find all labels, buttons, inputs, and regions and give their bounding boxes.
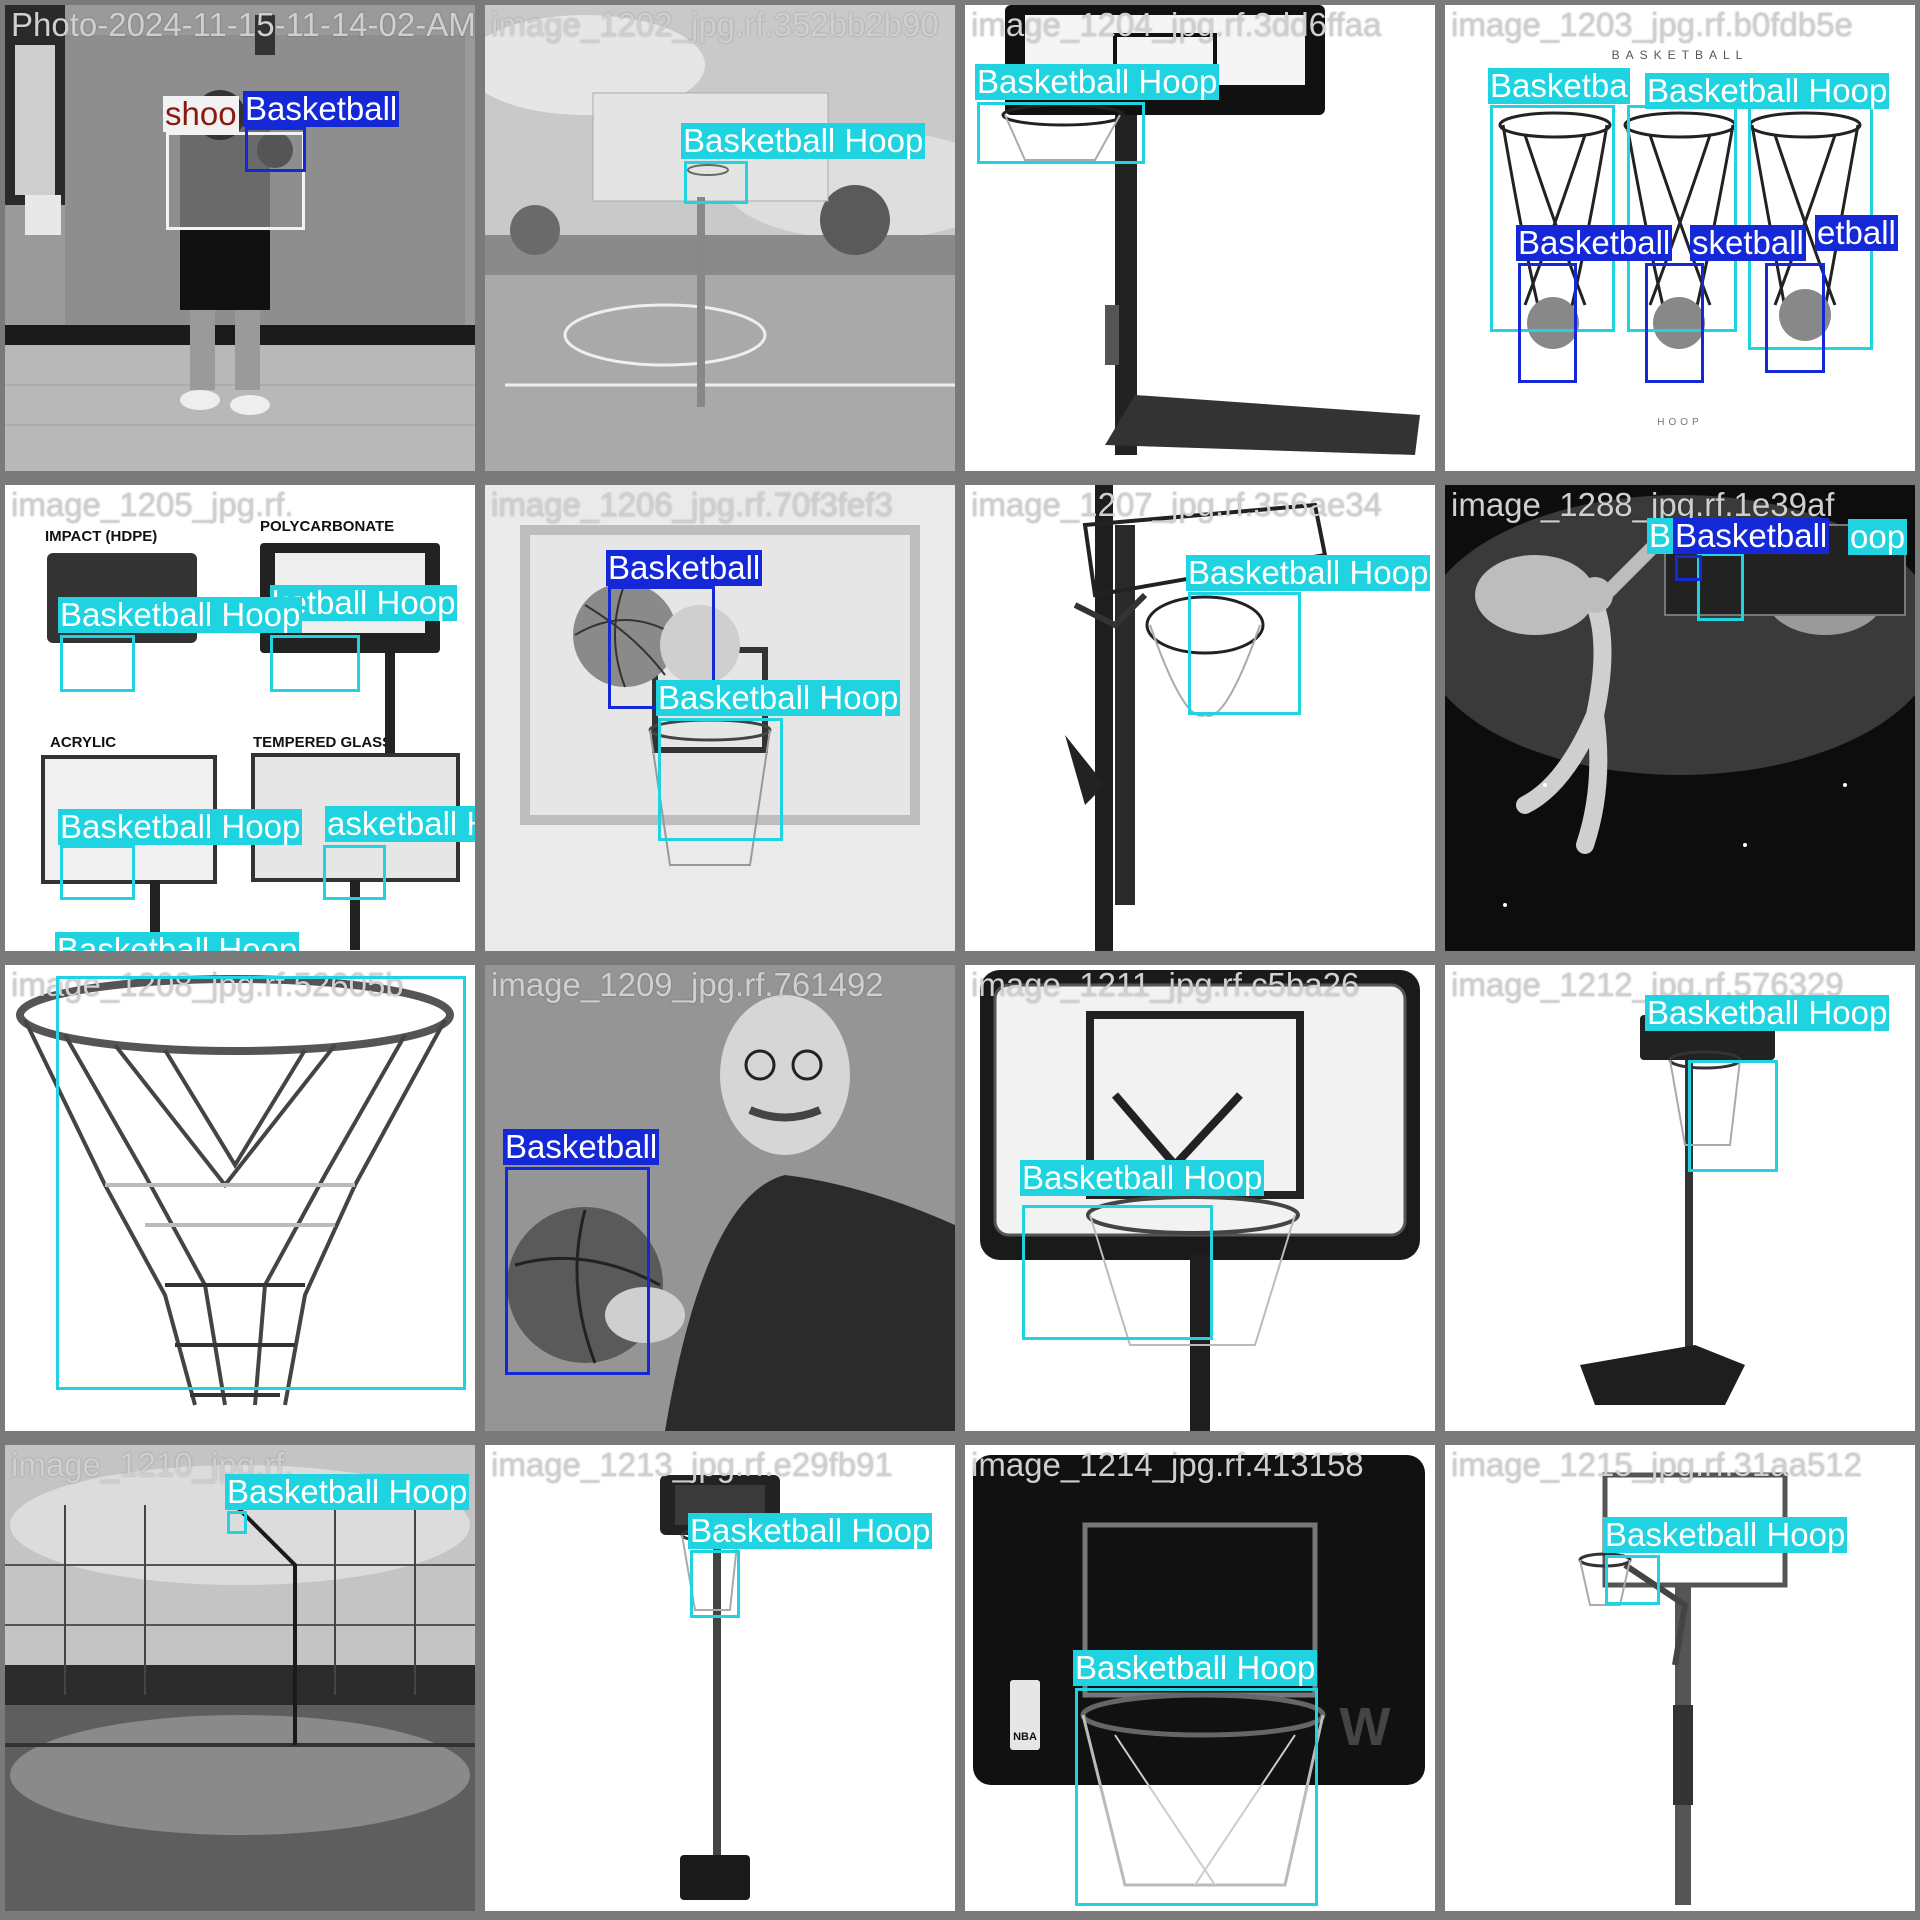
hoop-label: B [1647,517,1674,554]
tile-filename: image_1203_jpg.rf.b0fdb5e [1451,6,1853,43]
tile-4: BASKETBALL HOOP image_1203_jpg.rf.b0fdb5… [1445,5,1915,471]
basketball-label: Basketball [243,90,400,127]
tile-8: image_1288_jpg.rf.1e39af B oop Basketbal… [1445,485,1915,951]
basketball-label: Basketball [606,549,763,586]
brand-subtitle: HOOP [1657,417,1702,428]
hoop-box [658,718,783,841]
hoop-label: Basketball Hoop [1645,72,1890,109]
hoop-box [323,845,386,900]
shoot-label: shoo [163,95,239,132]
tile-filename: image_1206_jpg.rf.70f3fef3 [491,486,893,523]
basketball-box [1645,263,1704,383]
hoop-box [270,635,360,692]
photo-lifetime-backboard [965,965,1435,1431]
tile-11: image_1211_jpg.rf.c5ba26 Basketball Hoop [965,965,1435,1431]
photo-outdoor-court [485,5,955,471]
tile-filename: image_1213_jpg.rf.e29fb91 [491,1446,893,1483]
tile-filename: image_1211_jpg.rf.c5ba26 [971,966,1360,1003]
hoop-label: Basketba [1488,67,1630,104]
wilson-logo-text: W [1340,1697,1391,1757]
board-type-label: ACRYLIC [50,734,116,751]
basketball-box [505,1167,650,1375]
hoop-label: Basketball Hoop [225,1473,470,1510]
hoop-label: Basketball Hoop [58,808,303,845]
tile-filename: image_1215_jpg.rf.31aa512 [1451,1446,1863,1483]
hoop-label: Basketball Hoop [58,596,303,633]
tile-9: image_1208_jpg.rf.52605b [5,965,475,1431]
basketball-box [1518,263,1577,383]
basketball-label: Basketball [1516,224,1673,261]
nba-logo-text: NBA [1013,1731,1037,1743]
brand-title: BASKETBALL [1612,48,1749,62]
tile-12: image_1212_jpg.rf.576329 Basketball Hoop [1445,965,1915,1431]
hoop-label: Basketball Hoop [1645,994,1890,1031]
board-type-label: TEMPERED GLASS [253,734,392,751]
basketball-box [1675,555,1702,581]
tile-filename: image_1204_jpg.rf.3dd6ffaa [971,6,1382,43]
hoop-box [1188,592,1301,715]
tile-13: image_1210_jpg.rf. Basketball Hoop [5,1445,475,1911]
photo-portable-hoop-2 [1445,965,1915,1431]
tile-filename: image_1214_jpg.rf.413158 [971,1446,1364,1483]
tile-filename: image_1202_jpg.rf.352bb2b90 [491,6,939,43]
basketball-label: Basketball [503,1128,660,1165]
hoop-label: Basketball Hoop [1186,554,1431,591]
hoop-label: oop [1848,518,1908,555]
tile-16: image_1215_jpg.rf.31aa512 Basketball Hoo… [1445,1445,1915,1911]
hoop-box [1022,1205,1213,1340]
hoop-label: Basketball Hoop [975,63,1220,100]
hoop-box [1697,553,1744,621]
hoop-label: Basketball Hoop [681,122,926,159]
tile-15: NBA W image_1214_jpg.rf.413158 Basketbal… [965,1445,1435,1911]
tile-7: image_1207_jpg.rf.356ae34 Basketball Hoo… [965,485,1435,951]
basketball-label: etball [1815,214,1898,251]
basketball-box [245,127,306,172]
detection-mosaic: Photo-2024-11-15-11-14-02-AM shoo Basket… [0,0,1920,1920]
tile-filename: image_1207_jpg.rf.356ae34 [971,486,1383,523]
hoop-box [60,845,135,900]
photo-gym-player [5,5,475,471]
hoop-box [227,1511,247,1534]
hoop-label: Basketball Hoop [1020,1159,1265,1196]
hoop-box [56,976,466,1390]
board-type-label: IMPACT (HDPE) [45,528,157,545]
tile-3: image_1204_jpg.rf.3dd6ffaa Basketball Ho… [965,5,1435,471]
hoop-label: asketball Hoop [325,806,475,842]
photo-in-ground-hoop [1445,1445,1915,1911]
hoop-box [1605,1555,1660,1605]
hoop-box [1688,1060,1778,1172]
basketball-label: Basketball [1673,517,1830,554]
hoop-box [1075,1688,1318,1906]
basketball-label: sketball [1690,224,1806,261]
hoop-box [690,1550,740,1618]
hoop-box [60,635,135,692]
hoop-label: Basketball Hoop [688,1512,933,1549]
tile-10: image_1209_jpg.rf.761492 Basketball [485,965,955,1431]
hoop-label: Basketball Hoop [55,932,300,951]
tile-6: image_1206_jpg.rf.70f3fef3 Basketball Ba… [485,485,955,951]
hoop-label: Basketball Hoop [1073,1649,1318,1686]
hoop-box [977,102,1145,164]
tile-14: image_1213_jpg.rf.e29fb91 Basketball Hoo… [485,1445,955,1911]
tile-filename: image_1205_jpg.rf. [11,486,294,523]
tile-filename: Photo-2024-11-15-11-14-02-AM [11,6,475,43]
tile-filename: image_1209_jpg.rf.761492 [491,966,884,1003]
basketball-box [1765,263,1825,373]
hoop-label: Basketball Hoop [1603,1516,1848,1553]
tile-2: image_1202_jpg.rf.352bb2b90 Basketball H… [485,5,955,471]
tile-5: IMPACT (HDPE) POLYCARBONATE ACRYLIC TEMP… [5,485,475,951]
hoop-label: Basketball Hoop [656,679,901,716]
hoop-box [684,161,748,204]
tile-1: Photo-2024-11-15-11-14-02-AM shoo Basket… [5,5,475,471]
